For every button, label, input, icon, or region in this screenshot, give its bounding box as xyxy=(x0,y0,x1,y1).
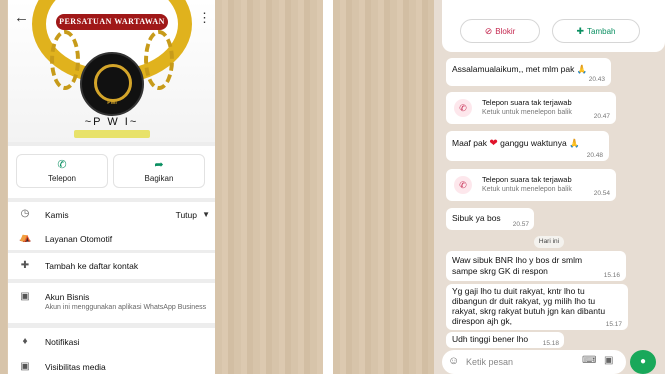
add-person-icon: ✚ xyxy=(20,260,30,271)
back-arrow-icon[interactable]: ← xyxy=(14,10,30,26)
wood-background-right xyxy=(333,0,434,374)
message-text: Assalamualaikum,, met mlm pak 🙏 xyxy=(452,64,588,74)
settings-section: ♦ Notifikasi ▣ Visibilitas media xyxy=(8,328,215,374)
message-line: sampe skrg GK di respon xyxy=(452,266,548,276)
profile-name: ~P W I~ xyxy=(84,116,139,128)
missed-call-subtitle: Ketuk untuk menelepon balik xyxy=(482,186,572,193)
message-bubble[interactable]: Udh tinggi bener lho 15.18 xyxy=(446,332,564,348)
add-contact-label: Tambah ke daftar kontak xyxy=(45,261,139,271)
block-icon: ⊘ xyxy=(484,26,493,36)
add-person-icon: ✚ xyxy=(576,26,585,36)
media-visibility-label[interactable]: Visibilitas media xyxy=(45,362,106,372)
message-time: 20.48 xyxy=(586,152,603,159)
call-button-label: Telepon xyxy=(47,174,77,183)
media-visibility-icon: ▣ xyxy=(20,361,30,372)
bell-icon: ♦ xyxy=(22,336,28,347)
avatar-emblem xyxy=(94,64,132,102)
add-contact-row[interactable]: ✚ Tambah ke daftar kontak xyxy=(8,253,215,279)
business-account-subtitle: Akun ini menggunakan aplikasi WhatsApp B… xyxy=(45,304,207,311)
missed-call-bubble[interactable]: ✆ Telepon suara tak terjawab Ketuk untuk… xyxy=(446,169,616,201)
camera-icon[interactable]: ▣ xyxy=(604,355,613,366)
more-vert-icon[interactable]: ⋮ xyxy=(198,10,211,26)
message-bubble[interactable]: Yg gaji lho tu duit rakyat, kntr lho tu … xyxy=(446,284,628,330)
missed-call-title: Telepon suara tak terjawab xyxy=(482,98,572,107)
emoji-icon[interactable]: ☺ xyxy=(448,355,459,367)
message-bubble[interactable]: Maaf pak ❤ ganggu waktunya 🙏 20.48 xyxy=(446,131,609,161)
message-time: 15.17 xyxy=(605,321,622,328)
message-line: Waw sibuk BNR lho y bos dr smlm xyxy=(452,255,583,265)
message-time: 20.54 xyxy=(593,190,610,197)
share-button-label: Bagikan xyxy=(144,174,174,183)
message-time: 15.18 xyxy=(542,340,559,347)
add-button-label: Tambah xyxy=(587,27,616,36)
message-bubble[interactable]: Waw sibuk BNR lho y bos dr smlm sampe sk… xyxy=(446,251,626,281)
clock-icon: ◷ xyxy=(20,208,30,219)
wood-background-middle xyxy=(215,0,323,374)
missed-call-subtitle: Ketuk untuk menelepon balik xyxy=(482,109,572,116)
message-input[interactable]: Ketik pesan xyxy=(466,357,513,367)
block-button-label: Blokir xyxy=(495,27,516,36)
wood-background-left xyxy=(0,0,8,374)
profile-screen: PERSATUAN WARTAWAN ← ⋮ PWI ~P W I~ ✆ Tel… xyxy=(8,0,215,374)
share-icon: ➦ xyxy=(154,159,164,171)
day-separator: Hari ini xyxy=(534,236,564,248)
share-button[interactable]: ➦ Bagikan xyxy=(113,154,205,188)
unknown-contact-card: ⊘ Blokir ✚ Tambah xyxy=(442,0,665,52)
image-divider xyxy=(323,0,333,374)
message-text: Sibuk ya bos xyxy=(452,213,501,223)
chevron-down-icon[interactable]: ▼ xyxy=(202,210,210,219)
pray-emoji: 🙏 xyxy=(576,64,588,74)
redacted-phone-number xyxy=(74,130,150,138)
message-bubble[interactable]: Assalamualaikum,, met mlm pak 🙏 20.43 xyxy=(446,58,611,86)
storefront-icon: ▣ xyxy=(20,291,30,302)
message-text: Maaf pak ❤ ganggu waktunya 🙏 xyxy=(452,138,580,149)
message-time: 20.43 xyxy=(588,76,605,83)
logo-leaf-left xyxy=(50,30,80,90)
storefront-icon: ⛺ xyxy=(19,232,32,243)
mic-button[interactable]: ● xyxy=(630,350,656,374)
attach-icon[interactable]: ⌨ xyxy=(582,355,596,366)
business-info-section: ◷ Kamis Tutup ▼ ⛺ Layanan Otomotif xyxy=(8,202,215,250)
phone-icon: ✆ xyxy=(57,159,67,171)
missed-call-icon: ✆ xyxy=(454,99,472,117)
message-text: Udh tinggi bener lho xyxy=(452,334,529,344)
message-input-bar[interactable]: ☺ Ketik pesan ⌨ ▣ xyxy=(442,350,626,374)
hours-day[interactable]: Kamis xyxy=(45,210,69,220)
profile-actions: ✆ Telepon ➦ Bagikan xyxy=(8,146,215,198)
logo-leaf-right xyxy=(144,30,174,90)
missed-call-icon: ✆ xyxy=(454,176,472,194)
mic-icon: ● xyxy=(639,356,647,367)
hours-status[interactable]: Tutup xyxy=(176,210,197,220)
missed-call-bubble[interactable]: ✆ Telepon suara tak terjawab Ketuk untuk… xyxy=(446,92,616,124)
message-time: 20.57 xyxy=(512,221,529,228)
message-time: 20.47 xyxy=(593,113,610,120)
missed-call-title: Telepon suara tak terjawab xyxy=(482,175,572,184)
chat-screen: ⊘ Blokir ✚ Tambah Assalamualaikum,, met ml… xyxy=(434,0,665,374)
call-button[interactable]: ✆ Telepon xyxy=(16,154,108,188)
business-account-row[interactable]: ▣ Akun Bisnis Akun ini menggunakan aplik… xyxy=(8,283,215,323)
message-bubble[interactable]: Sibuk ya bos 20.57 xyxy=(446,208,534,230)
avatar[interactable]: PWI xyxy=(80,52,144,116)
logo-banner: PERSATUAN WARTAWAN xyxy=(56,14,168,30)
heart-emoji: ❤ xyxy=(489,138,498,149)
pray-emoji: 🙏 xyxy=(569,138,580,148)
message-time: 15.16 xyxy=(603,272,620,279)
business-category: Layanan Otomotif xyxy=(45,234,113,244)
notifications-label[interactable]: Notifikasi xyxy=(45,337,79,347)
block-button[interactable]: ⊘ Blokir xyxy=(460,19,540,43)
profile-header: PERSATUAN WARTAWAN ← ⋮ PWI ~P W I~ xyxy=(8,0,215,142)
message-line: direspon ajh gk, xyxy=(452,316,513,326)
add-contact-button[interactable]: ✚ Tambah xyxy=(552,19,640,43)
business-account-title: Akun Bisnis xyxy=(45,292,90,302)
avatar-text: PWI xyxy=(107,100,117,106)
